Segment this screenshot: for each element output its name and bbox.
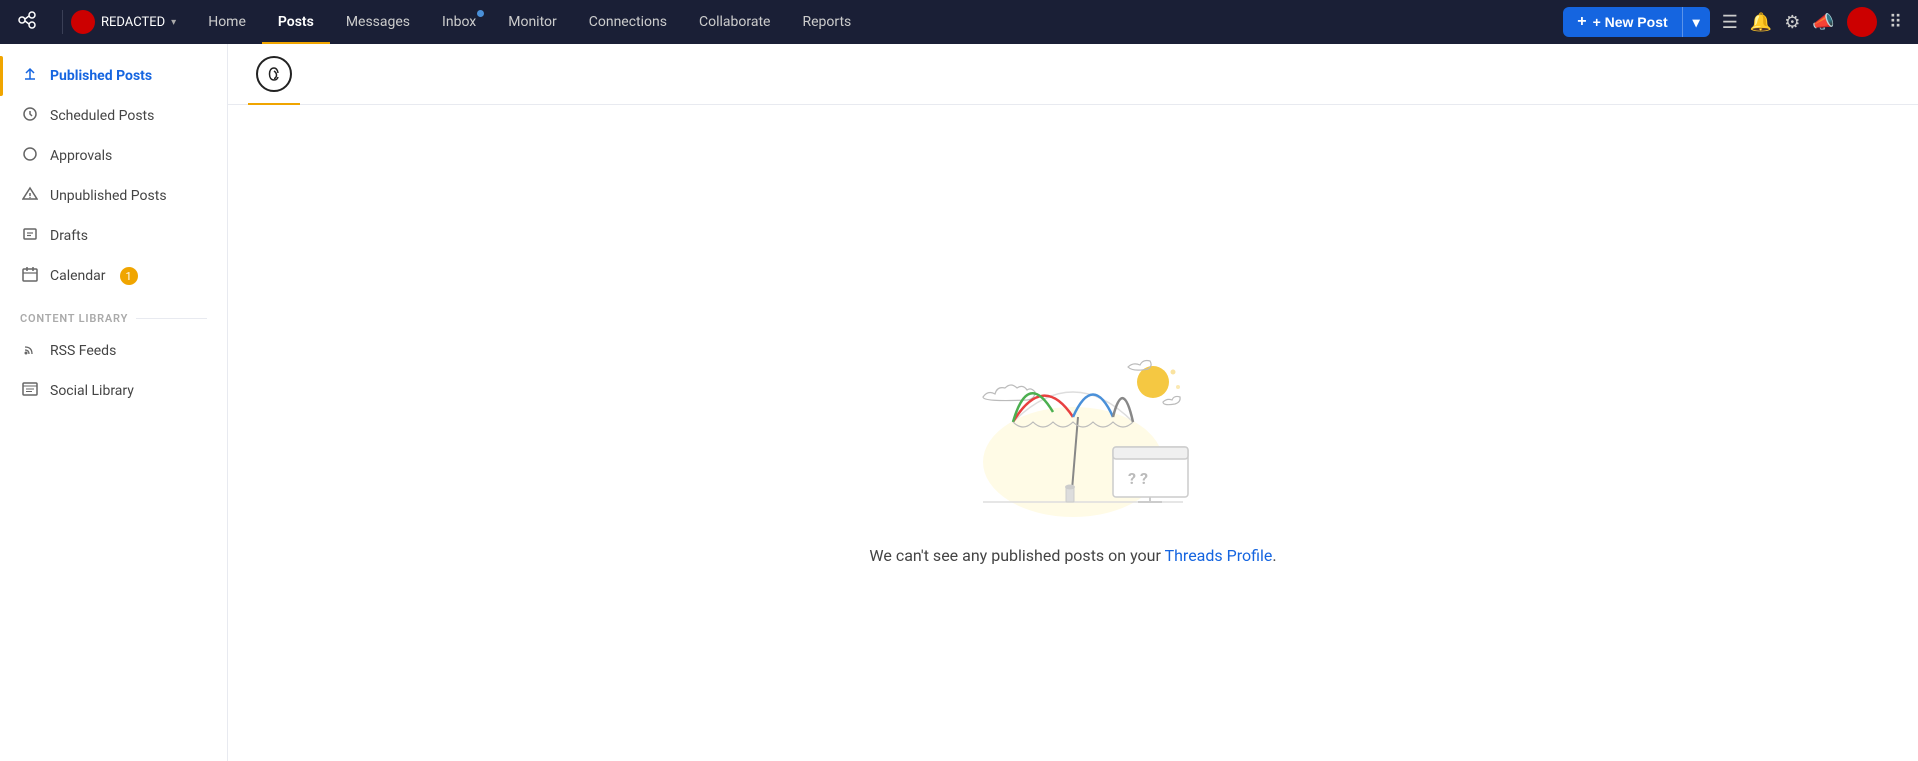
rss-feeds-label: RSS Feeds [50,343,116,359]
nav-item-posts[interactable]: Posts [262,0,330,44]
sidebar-item-scheduled-posts[interactable]: Scheduled Posts [0,96,227,136]
scheduled-posts-label: Scheduled Posts [50,108,154,124]
published-posts-label: Published Posts [50,68,152,84]
tabs-bar [228,44,1918,105]
nav-item-messages[interactable]: Messages [330,0,426,44]
calendar-badge: 1 [120,267,138,285]
inbox-badge [477,10,484,17]
social-library-icon [20,381,40,401]
megaphone-icon[interactable]: 📣 [1812,12,1834,33]
empty-message: We can't see any published posts on your… [869,546,1276,565]
rss-icon [20,341,40,361]
approvals-label: Approvals [50,148,112,164]
nav-item-home[interactable]: Home [192,0,262,44]
content-library-label: CONTENT LIBRARY [0,296,227,331]
nav-item-connections[interactable]: Connections [573,0,683,44]
nav-item-inbox[interactable]: Inbox [426,0,492,44]
social-library-label: Social Library [50,383,134,399]
unpublished-posts-icon [20,186,40,206]
nav-divider [62,10,63,34]
logo[interactable] [16,9,38,36]
nav-item-monitor[interactable]: Monitor [492,0,573,44]
unpublished-posts-label: Unpublished Posts [50,188,167,204]
tab-threads[interactable] [248,44,300,104]
sidebar-item-approvals[interactable]: Approvals [0,136,227,176]
scheduled-posts-icon [20,106,40,126]
new-post-label: + New Post [1593,14,1668,30]
new-post-dropdown-arrow[interactable]: ▾ [1683,8,1710,37]
threads-icon [256,56,292,92]
settings-icon[interactable]: ⚙ [1784,12,1800,33]
account-name: REDACTED [101,15,165,30]
nav-item-collaborate[interactable]: Collaborate [683,0,786,44]
empty-state: ? ? We can't see any published posts on … [228,105,1918,761]
bell-icon[interactable]: 🔔 [1750,12,1772,33]
account-switcher[interactable]: REDACTED ▾ [71,10,176,34]
approvals-icon [20,146,40,166]
sidebar-item-calendar[interactable]: Calendar 1 [0,256,227,296]
calendar-label: Calendar [50,268,106,284]
new-post-button[interactable]: + + New Post ▾ [1563,7,1709,37]
topnav-right: + + New Post ▾ ☰ 🔔 ⚙ 📣 ⠿ [1563,7,1902,37]
account-avatar [71,10,95,34]
svg-text:? ?: ? ? [1128,469,1148,488]
sidebar-item-unpublished-posts[interactable]: Unpublished Posts [0,176,227,216]
drafts-label: Drafts [50,228,88,244]
top-navigation: REDACTED ▾ Home Posts Messages Inbox Mon… [0,0,1918,44]
sidebar: Published Posts Scheduled Posts Approval… [0,44,228,761]
sidebar-item-rss-feeds[interactable]: RSS Feeds [0,331,227,371]
user-avatar[interactable] [1847,7,1877,37]
sidebar-item-drafts[interactable]: Drafts [0,216,227,256]
logo-icon [16,9,38,36]
menu-icon[interactable]: ☰ [1722,12,1738,33]
nav-item-reports[interactable]: Reports [786,0,867,44]
chevron-down-icon: ▾ [171,17,176,28]
sidebar-item-published-posts[interactable]: Published Posts [0,56,227,96]
main-content: ? ? We can't see any published posts on … [228,44,1918,761]
drafts-icon [20,226,40,246]
main-navigation: Home Posts Messages Inbox Monitor Connec… [192,0,1563,44]
apps-icon[interactable]: ⠿ [1889,12,1902,33]
plus-icon: + [1577,13,1586,31]
calendar-icon [20,266,40,286]
published-posts-icon [20,66,40,86]
sidebar-item-social-library[interactable]: Social Library [0,371,227,411]
empty-illustration: ? ? [923,302,1223,522]
threads-profile-link[interactable]: Threads Profile [1165,546,1273,565]
